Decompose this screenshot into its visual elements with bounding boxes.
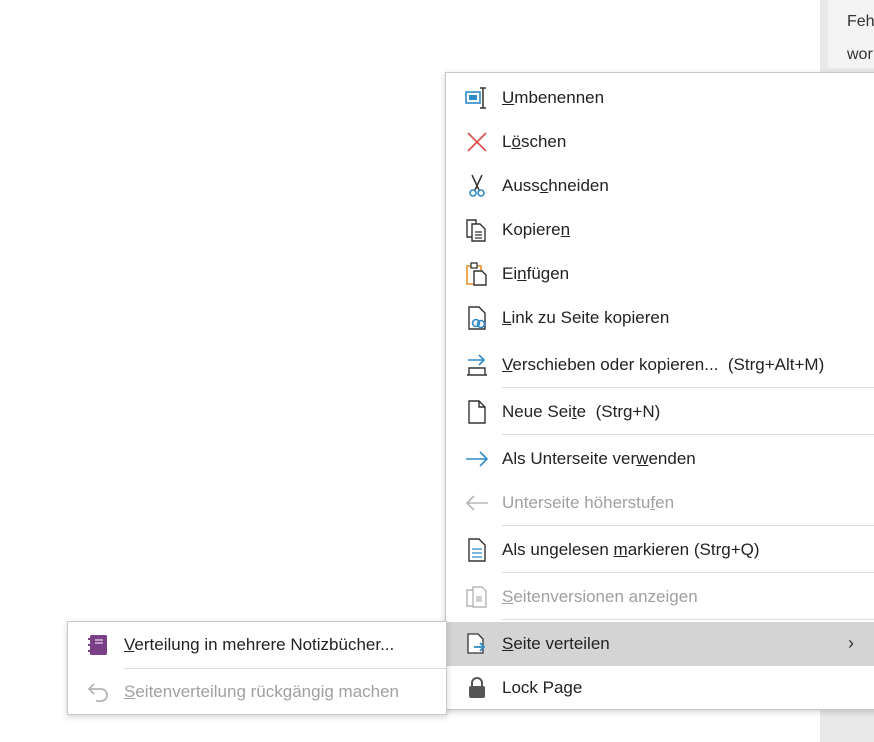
menu-item-mark-unread[interactable]: Als ungelesen markieren (Strg+Q) xyxy=(446,528,874,572)
menu-separator xyxy=(502,387,874,388)
page-versions-icon xyxy=(464,584,490,610)
menu-item-label: Link zu Seite kopieren xyxy=(502,308,670,327)
menu-item-label: Seite verteilen xyxy=(502,634,610,653)
submenu-item-label: Seitenverteilung rückgängig machen xyxy=(124,682,400,701)
move-icon xyxy=(464,352,490,378)
menu-item-paste[interactable]: Einfügen xyxy=(446,252,874,296)
menu-item-label: Als Unterseite verwenden xyxy=(502,449,696,468)
menu-item-lock-page[interactable]: Lock Page xyxy=(446,666,874,710)
menu-item-page-versions: Seitenversionen anzeigen xyxy=(446,575,874,619)
menu-item-label: Einfügen xyxy=(502,264,570,283)
menu-separator xyxy=(502,434,874,435)
menu-item-rename[interactable]: Umbenennen xyxy=(446,76,874,120)
arrow-right-icon xyxy=(464,446,490,472)
lock-icon xyxy=(464,675,490,701)
link-page-icon xyxy=(464,305,490,331)
menu-separator xyxy=(502,525,874,526)
menu-item-move-copy[interactable]: Verschieben oder kopieren... (Strg+Alt+M… xyxy=(446,343,874,387)
background-text-line-1: Feh xyxy=(847,13,874,30)
undo-icon xyxy=(86,679,112,705)
menu-separator xyxy=(502,619,874,620)
submenu-item-distribute-notebooks[interactable]: Verteilung in mehrere Notizbücher... xyxy=(68,622,446,668)
menu-item-copy[interactable]: Kopieren xyxy=(446,208,874,252)
menu-item-new-page[interactable]: Neue Seite (Strg+N) xyxy=(446,390,874,434)
menu-item-label: Löschen xyxy=(502,132,567,151)
menu-item-label: Lock Page xyxy=(502,678,583,697)
menu-item-label: Neue Seite (Strg+N) xyxy=(502,402,661,421)
menu-item-copy-link[interactable]: Link zu Seite kopieren xyxy=(446,296,874,340)
notebook-icon xyxy=(86,632,112,658)
menu-separator xyxy=(502,572,874,573)
menu-item-label: Als ungelesen markieren (Strg+Q) xyxy=(502,540,760,559)
scissors-icon xyxy=(464,173,490,199)
copy-icon xyxy=(464,217,490,243)
menu-item-label: Ausschneiden xyxy=(502,176,609,195)
menu-item-label: Umbenennen xyxy=(502,88,605,107)
background-text-line-2: wor xyxy=(847,46,873,63)
menu-item-delete[interactable]: Löschen xyxy=(446,120,874,164)
paste-icon xyxy=(464,261,490,287)
menu-item-promote-subpage: Unterseite höherstufen xyxy=(446,481,874,525)
distribute-icon xyxy=(464,631,490,657)
menu-item-cut[interactable]: Ausschneiden xyxy=(446,164,874,208)
menu-item-shortcut: (Strg+N) xyxy=(595,402,661,421)
menu-item-shortcut: (Strg+Q) xyxy=(693,540,760,559)
rename-icon xyxy=(464,85,490,111)
arrow-left-icon xyxy=(464,490,490,516)
submenu-item-undo-distribution: Seitenverteilung rückgängig machen xyxy=(68,669,446,715)
context-menu: Umbenennen Löschen Ausschneiden Kopieren… xyxy=(445,72,874,710)
menu-item-distribute-page[interactable]: Seite verteilen › xyxy=(446,622,874,666)
menu-item-label: Verschieben oder kopieren... (Strg+Alt+M… xyxy=(502,355,825,374)
submenu-item-label: Verteilung in mehrere Notizbücher... xyxy=(124,635,395,654)
menu-item-make-subpage[interactable]: Als Unterseite verwenden xyxy=(446,437,874,481)
menu-item-label: Unterseite höherstufen xyxy=(502,493,675,512)
chevron-right-icon: › xyxy=(848,633,854,653)
menu-item-label: Seitenversionen anzeigen xyxy=(502,587,698,606)
unread-page-icon xyxy=(464,537,490,563)
submenu-distribute: Verteilung in mehrere Notizbücher... Sei… xyxy=(67,621,447,715)
delete-icon xyxy=(464,129,490,155)
menu-item-shortcut: (Strg+Alt+M) xyxy=(727,355,825,374)
menu-item-label: Kopieren xyxy=(502,220,571,239)
new-page-icon xyxy=(464,399,490,425)
